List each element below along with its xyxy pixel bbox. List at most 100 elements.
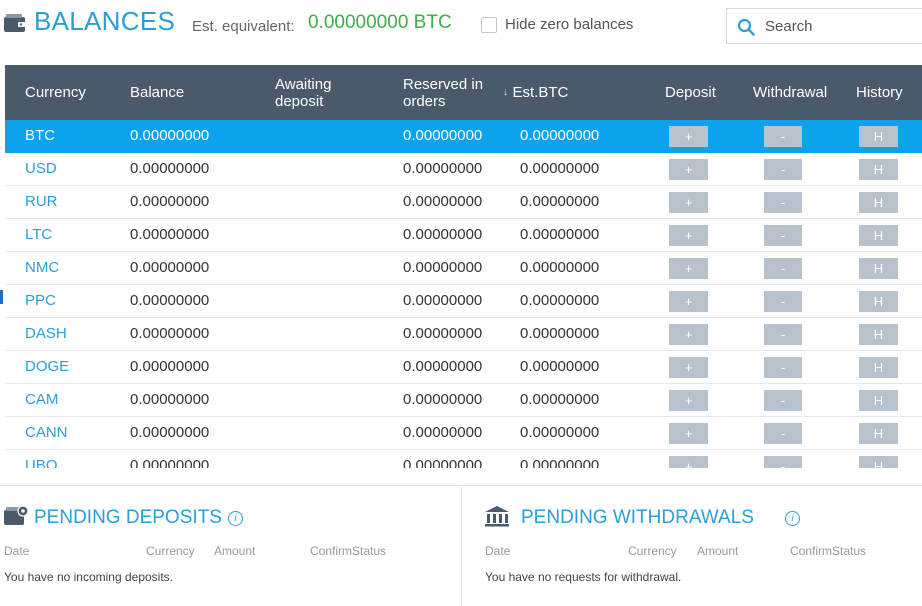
balance-cell: 0.00000000 — [130, 259, 210, 276]
balance-cell: 0.00000000 — [130, 193, 210, 210]
withdrawal-button[interactable]: - — [764, 390, 802, 411]
est-btc-cell: 0.00000000 — [520, 259, 600, 276]
currency-cell[interactable]: LTC — [25, 219, 52, 251]
deposit-button[interactable]: + — [669, 390, 708, 411]
balance-cell: 0.00000000 — [130, 325, 210, 342]
withdrawal-button[interactable]: - — [764, 225, 802, 246]
withdrawal-button[interactable]: - — [764, 291, 802, 312]
withdrawals-col-confirm-status: ConfirmStatus — [790, 544, 867, 558]
deposit-button[interactable]: + — [669, 258, 708, 279]
currency-cell[interactable]: UBQ — [25, 450, 58, 468]
currency-cell[interactable]: CANN — [25, 417, 68, 449]
withdrawal-button[interactable]: - — [764, 258, 802, 279]
table-row[interactable]: DOGE 0.00000000 0.00000000 0.00000000 + - H — [5, 351, 922, 384]
deposit-button[interactable]: + — [669, 357, 708, 378]
reserved-cell: 0.00000000 — [403, 226, 483, 243]
deposit-button[interactable]: + — [669, 126, 708, 147]
currency-cell[interactable]: USD — [25, 153, 57, 185]
column-header-awaiting-deposit[interactable]: Awaiting deposit — [275, 65, 375, 120]
currency-cell[interactable]: RUR — [25, 186, 58, 218]
table-row[interactable]: RUR 0.00000000 0.00000000 0.00000000 + - H — [5, 186, 922, 219]
history-button[interactable]: H — [859, 423, 898, 444]
est-btc-cell: 0.00000000 — [520, 391, 600, 408]
column-header-est-btc-label: Est.BTC — [512, 84, 569, 101]
hide-zero-checkbox[interactable] — [481, 17, 497, 33]
deposit-button[interactable]: + — [669, 225, 708, 246]
balance-cell: 0.00000000 — [130, 127, 210, 144]
column-header-est-btc[interactable]: ↓ Est.BTC — [503, 65, 603, 120]
table-row[interactable]: USD 0.00000000 0.00000000 0.00000000 + - H — [5, 153, 922, 186]
withdrawal-button[interactable]: - — [764, 126, 802, 147]
withdrawals-col-date: Date — [485, 544, 511, 558]
est-btc-cell: 0.00000000 — [520, 127, 600, 144]
table-row[interactable]: NMC 0.00000000 0.00000000 0.00000000 + - H — [5, 252, 922, 285]
deposit-button[interactable]: + — [669, 423, 708, 444]
reserved-cell: 0.00000000 — [403, 424, 483, 441]
wallet-icon — [4, 14, 26, 32]
column-header-deposit: Deposit — [665, 84, 716, 101]
history-button[interactable]: H — [859, 357, 898, 378]
hide-zero-label[interactable]: Hide zero balances — [505, 16, 633, 33]
currency-cell[interactable]: BTC — [25, 120, 55, 152]
table-row[interactable]: PPC 0.00000000 0.00000000 0.00000000 + - H — [5, 285, 922, 318]
history-button[interactable]: H — [859, 456, 898, 468]
pending-deposits-panel: PENDING DEPOSITS i Date Currency Amount … — [0, 487, 462, 606]
reserved-cell: 0.00000000 — [403, 127, 483, 144]
withdrawal-button[interactable]: - — [764, 456, 802, 468]
withdrawal-button[interactable]: - — [764, 192, 802, 213]
reserved-cell: 0.00000000 — [403, 193, 483, 210]
balances-page: BALANCES Est. equivalent: 0.00000000 BTC… — [0, 0, 922, 606]
balance-cell: 0.00000000 — [130, 160, 210, 177]
deposits-col-confirm-status: ConfirmStatus — [310, 544, 387, 558]
currency-cell[interactable]: DASH — [25, 318, 67, 350]
reserved-cell: 0.00000000 — [403, 292, 483, 309]
history-button[interactable]: H — [859, 324, 898, 345]
est-btc-cell: 0.00000000 — [520, 424, 600, 441]
column-header-currency[interactable]: Currency — [25, 65, 115, 120]
table-row[interactable]: UBQ 0.00000000 0.00000000 0.00000000 + - H — [5, 450, 922, 468]
history-button[interactable]: H — [859, 192, 898, 213]
table-row[interactable]: BTC 0.00000000 0.00000000 0.00000000 + - H — [5, 120, 922, 153]
history-button[interactable]: H — [859, 159, 898, 180]
table-row[interactable]: LTC 0.00000000 0.00000000 0.00000000 + - H — [5, 219, 922, 252]
deposit-button[interactable]: + — [669, 192, 708, 213]
history-button[interactable]: H — [859, 390, 898, 411]
deposit-button[interactable]: + — [669, 159, 708, 180]
withdrawal-button[interactable]: - — [764, 423, 802, 444]
table-row[interactable]: DASH 0.00000000 0.00000000 0.00000000 + - H — [5, 318, 922, 351]
currency-cell[interactable]: CAM — [25, 384, 58, 416]
withdrawal-button[interactable]: - — [764, 324, 802, 345]
currency-cell[interactable]: NMC — [25, 252, 59, 284]
search-input[interactable] — [765, 16, 915, 36]
pending-withdrawals-panel: PENDING WITHDRAWALS i Date Currency Amou… — [463, 487, 922, 606]
column-header-reserved[interactable]: Reserved in orders — [403, 65, 503, 120]
currency-cell[interactable]: DOGE — [25, 351, 69, 383]
history-button[interactable]: H — [859, 126, 898, 147]
column-header-balance[interactable]: Balance — [130, 65, 220, 120]
table-row[interactable]: CANN 0.00000000 0.00000000 0.00000000 + - H — [5, 417, 922, 450]
deposit-button[interactable]: + — [669, 291, 708, 312]
info-icon[interactable]: i — [785, 511, 800, 526]
deposit-button[interactable]: + — [669, 456, 708, 468]
deposit-button[interactable]: + — [669, 324, 708, 345]
est-btc-cell: 0.00000000 — [520, 292, 600, 309]
est-btc-cell: 0.00000000 — [520, 193, 600, 210]
history-button[interactable]: H — [859, 258, 898, 279]
balance-cell: 0.00000000 — [130, 292, 210, 309]
bank-icon — [485, 506, 509, 527]
est-btc-cell: 0.00000000 — [520, 358, 600, 375]
est-btc-cell: 0.00000000 — [520, 160, 600, 177]
reserved-cell: 0.00000000 — [403, 457, 483, 468]
reserved-cell: 0.00000000 — [403, 259, 483, 276]
table-row[interactable]: CAM 0.00000000 0.00000000 0.00000000 + - H — [5, 384, 922, 417]
withdrawal-button[interactable]: - — [764, 159, 802, 180]
currency-cell[interactable]: PPC — [25, 285, 56, 317]
info-icon[interactable]: i — [228, 511, 243, 526]
history-button[interactable]: H — [859, 291, 898, 312]
withdrawal-button[interactable]: - — [764, 357, 802, 378]
search-box[interactable] — [726, 8, 922, 44]
history-button[interactable]: H — [859, 225, 898, 246]
table-divider — [0, 468, 922, 486]
wallet-gear-icon — [4, 505, 29, 525]
reserved-cell: 0.00000000 — [403, 358, 483, 375]
